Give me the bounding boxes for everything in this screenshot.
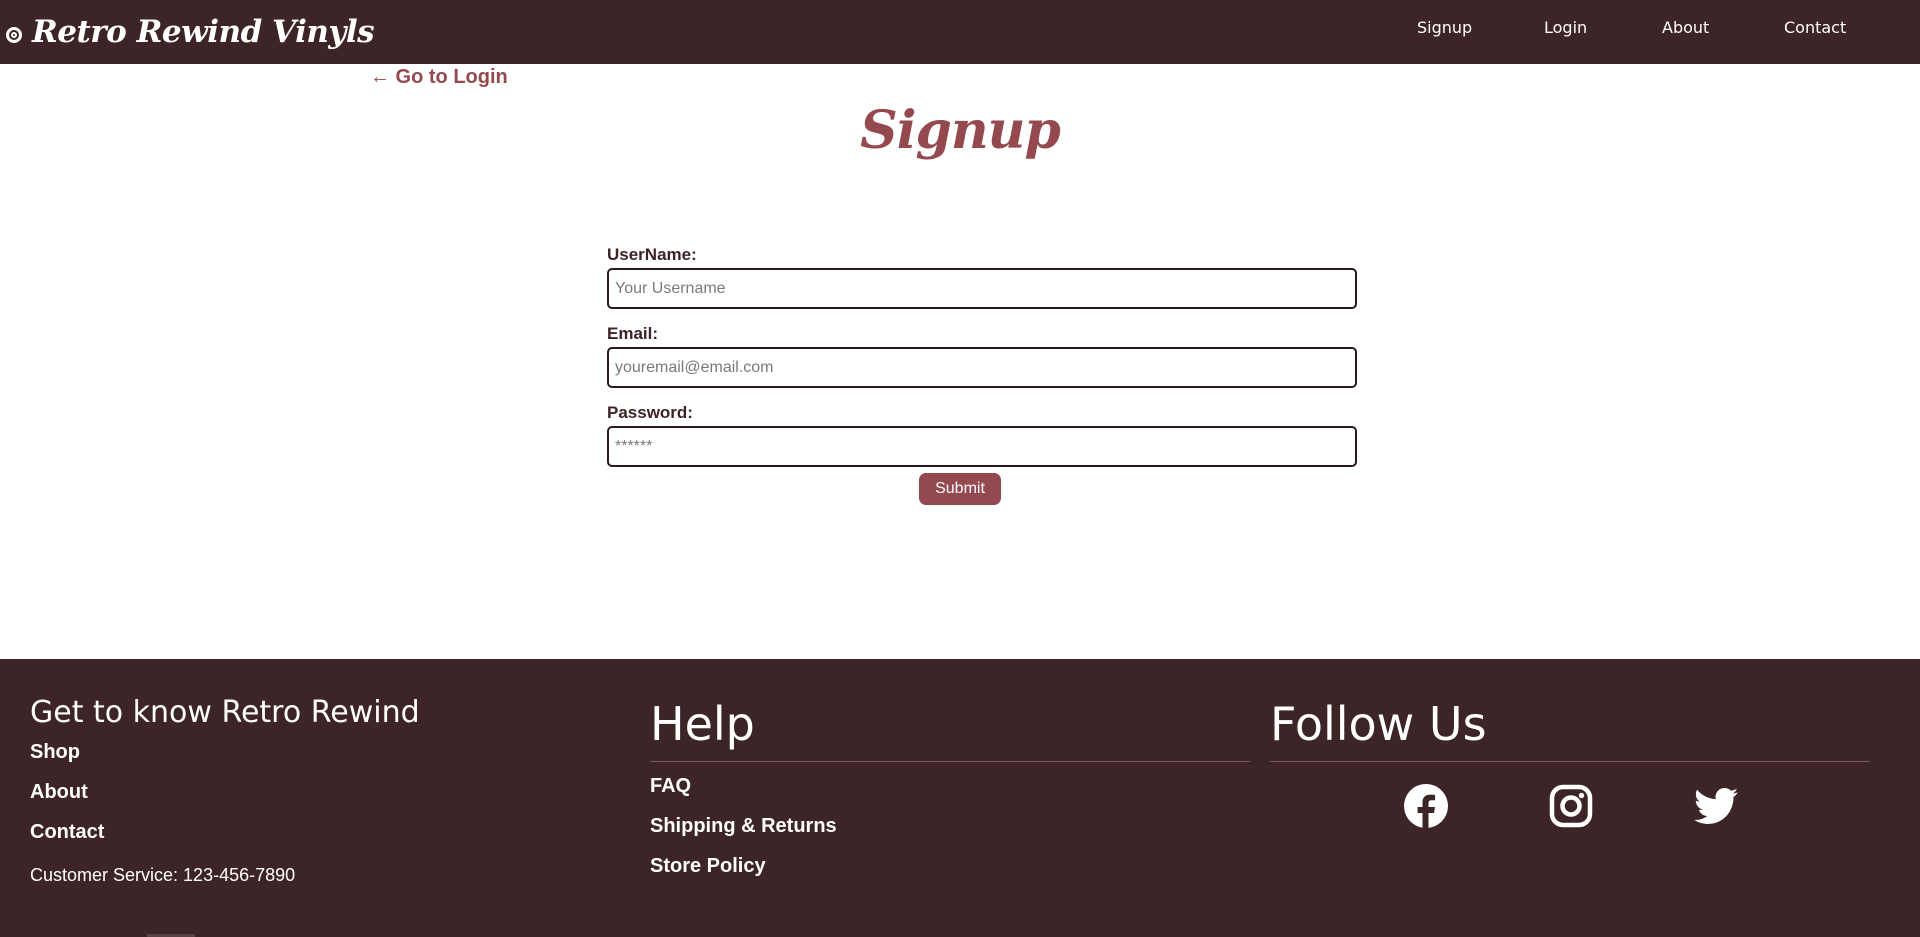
facebook-icon[interactable] — [1403, 783, 1449, 829]
signup-form: UserName: Email: Password: — [607, 244, 1357, 481]
submit-button[interactable]: Submit — [919, 473, 1001, 505]
footer-link-store-policy[interactable]: Store Policy — [650, 855, 766, 878]
footer-heading-follow: Follow Us — [1270, 697, 1487, 751]
footer-link-faq[interactable]: FAQ — [650, 775, 691, 798]
email-input[interactable] — [607, 347, 1357, 388]
nav-link-contact[interactable]: Contact — [1784, 18, 1846, 37]
page-title: Signup — [860, 100, 1061, 161]
instagram-icon[interactable] — [1548, 783, 1594, 829]
footer: Get to know Retro Rewind Shop About Cont… — [0, 659, 1920, 937]
top-navbar: Retro Rewind Vinyls Signup Login About C… — [0, 0, 1920, 64]
footer-link-about[interactable]: About — [30, 781, 88, 804]
nav-link-signup[interactable]: Signup — [1417, 18, 1472, 37]
password-label: Password: — [607, 403, 693, 422]
customer-service-text: Customer Service: 123-456-7890 — [30, 865, 296, 885]
nav-link-login[interactable]: Login — [1544, 18, 1587, 37]
nav-link-about[interactable]: About — [1662, 18, 1709, 37]
nav-links: Signup Login About Contact — [0, 0, 1920, 56]
twitter-icon[interactable] — [1693, 783, 1739, 829]
footer-link-shipping-returns[interactable]: Shipping & Returns — [650, 815, 837, 838]
password-input[interactable] — [607, 426, 1357, 467]
footer-heading-know: Get to know Retro Rewind — [30, 695, 420, 730]
footer-link-contact[interactable]: Contact — [30, 821, 104, 844]
email-label: Email: — [607, 324, 659, 343]
username-label: UserName: — [607, 245, 697, 264]
footer-heading-help: Help — [650, 697, 755, 751]
go-to-login-link[interactable]: ← Go to Login — [370, 66, 508, 89]
footer-divider — [650, 761, 1250, 762]
footer-divider — [1270, 761, 1870, 762]
footer-link-shop[interactable]: Shop — [30, 741, 80, 764]
username-input[interactable] — [607, 268, 1357, 309]
